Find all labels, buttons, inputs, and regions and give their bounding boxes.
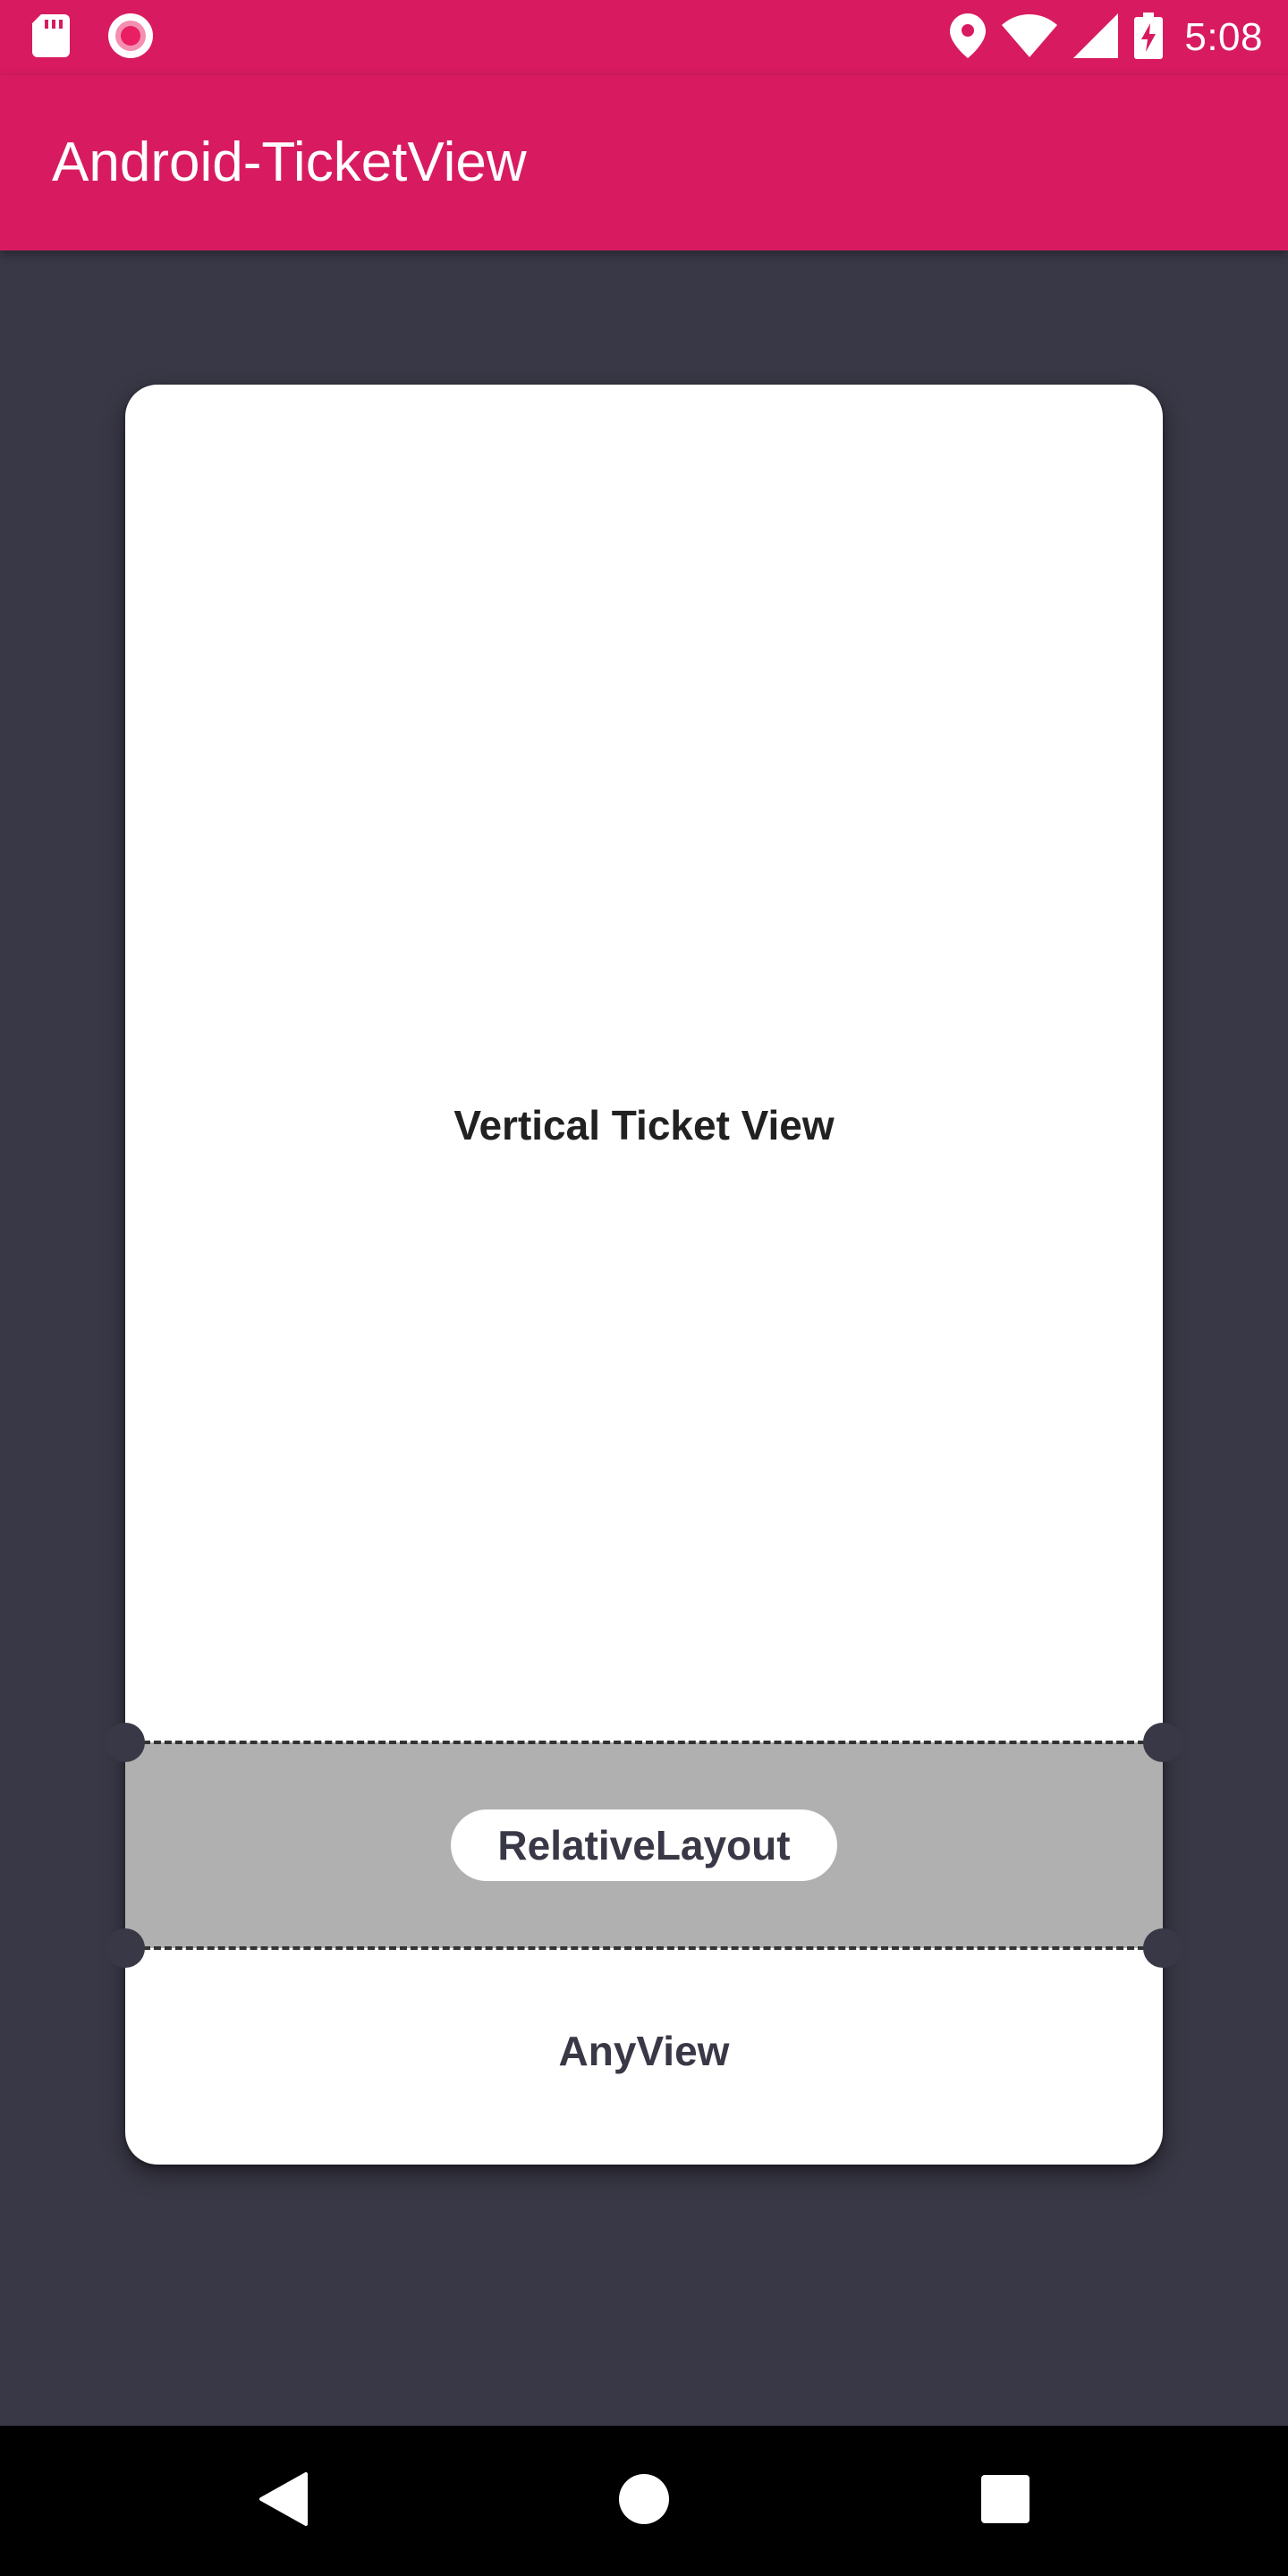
status-time: 5:08 [1184, 15, 1263, 59]
ticket-card: Vertical Ticket View RelativeLayout AnyV… [125, 385, 1163, 2165]
home-icon [618, 2473, 670, 2529]
app-title: Android-TicketView [52, 131, 527, 193]
battery-charging-icon [1134, 12, 1164, 64]
ticket-middle-section: RelativeLayout [125, 1742, 1163, 1948]
home-button[interactable] [569, 2426, 719, 2576]
notch-bottom-right [1143, 1928, 1182, 1968]
recents-icon [981, 2474, 1030, 2528]
notch-top-left [106, 1723, 145, 1762]
notch-bottom-left [106, 1928, 145, 1968]
sd-card-icon [32, 13, 70, 62]
location-icon [950, 13, 987, 63]
ticket-bottom-section: AnyView [125, 1948, 1163, 2165]
notch-top-right [1143, 1723, 1182, 1762]
app-bar: Android-TicketView [0, 75, 1288, 250]
navigation-bar [0, 2426, 1288, 2576]
bottom-divider-dashed-line [143, 1946, 1145, 1950]
top-divider-dashed-line [143, 1741, 1145, 1744]
record-icon [107, 13, 154, 64]
ticket-title: Vertical Ticket View [453, 1102, 835, 1148]
back-icon [258, 2471, 308, 2530]
relative-layout-pill: RelativeLayout [451, 1809, 837, 1881]
wifi-icon [1002, 13, 1058, 62]
cell-signal-icon [1073, 13, 1119, 63]
ticket-bottom-label: AnyView [558, 2028, 730, 2074]
recents-button[interactable] [930, 2426, 1080, 2576]
status-bar: 5:08 [0, 0, 1288, 75]
back-button[interactable] [208, 2426, 358, 2576]
ticket-top-section: Vertical Ticket View [125, 385, 1163, 1742]
